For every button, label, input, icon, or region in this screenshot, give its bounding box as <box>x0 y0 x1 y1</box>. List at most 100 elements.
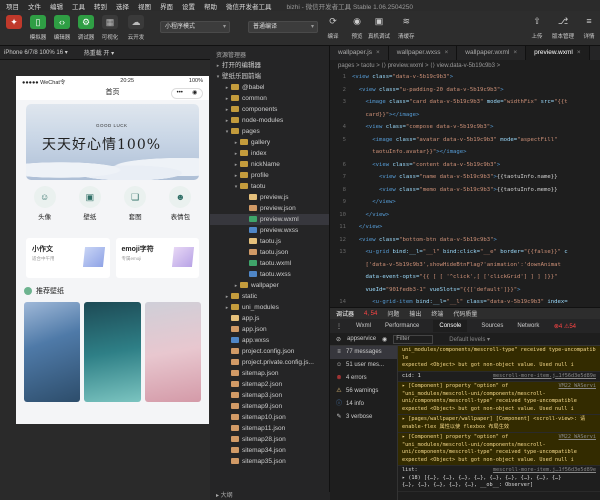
debug-tab[interactable]: 4, 54 <box>364 311 377 317</box>
devtools-tab[interactable]: Network <box>517 323 539 329</box>
emoji-char-card[interactable]: emoji字符 专属emoji <box>115 238 199 278</box>
console-filter-item[interactable]: ✎ 3 verbose <box>330 411 397 424</box>
console-filter-item[interactable]: ☺ 51 user mes... <box>330 359 397 372</box>
console-filter-item[interactable]: ⚠ 56 warnings <box>330 385 397 398</box>
close-icon[interactable]: × <box>577 49 581 56</box>
capsule-button[interactable]: ••• ◉ <box>171 88 203 99</box>
file-tree-item[interactable]: sitemap11.json <box>210 423 329 434</box>
menu-item[interactable]: 选择 <box>116 1 129 11</box>
file-tree-item[interactable]: project.config.json <box>210 346 329 357</box>
close-icon[interactable]: × <box>444 49 448 56</box>
file-tree-item[interactable]: ▾ taotu <box>210 181 329 192</box>
file-tree-item[interactable]: app.json <box>210 324 329 335</box>
section-project[interactable]: ▾ 壁纸乐园前端 <box>210 71 329 82</box>
banner-image[interactable]: GOOD LUCK 天天好心情100% <box>26 104 199 180</box>
menu-item[interactable]: 编辑 <box>50 1 63 11</box>
wallpaper-thumb[interactable] <box>144 302 201 402</box>
compile-button[interactable]: ⟳ 编译 <box>326 15 340 40</box>
wallpaper-thumb[interactable] <box>24 302 81 402</box>
file-tree-item[interactable]: taotu.wxml <box>210 258 329 269</box>
file-tree-item[interactable]: sitemap2.json <box>210 379 329 390</box>
simulator-button[interactable]: ▯ 模拟器 <box>28 15 48 41</box>
close-icon[interactable]: × <box>513 49 517 56</box>
category-wallpaper[interactable]: ▣ 壁纸 <box>72 186 108 221</box>
more-icon[interactable]: ••• <box>177 89 183 98</box>
levels-select[interactable]: Default levels ▾ <box>449 336 490 343</box>
real-device-debug-button[interactable]: ▣ 真机调试 <box>368 15 390 40</box>
devtools-menu-icon[interactable]: ⋮ <box>336 323 342 330</box>
file-tree-item[interactable]: ▸ nickName <box>210 159 329 170</box>
file-tree-item[interactable]: sitemap35.json <box>210 456 329 467</box>
menu-item[interactable]: 微信开发者工具 <box>226 1 272 11</box>
close-icon[interactable]: × <box>376 49 380 56</box>
error-warning-badge[interactable]: ⊗4 ⚠54 <box>554 323 576 330</box>
category-album[interactable]: ❏ 套图 <box>117 186 153 221</box>
source-link[interactable]: VM22 WAServi <box>559 434 596 442</box>
compile-select[interactable]: 普通编译 <box>248 21 318 33</box>
console-filter-item[interactable]: ⊗ 4 errors <box>330 372 397 385</box>
menu-item[interactable]: 界面 <box>160 1 173 11</box>
code-editor[interactable]: 1 <view class="data-v-5b19c9b3"> 2 <view c… <box>330 71 600 307</box>
console-filter-item[interactable]: ≡ 77 messages <box>330 346 397 359</box>
file-tree-item[interactable]: preview.wxml <box>210 214 329 225</box>
wallpaper-thumb[interactable] <box>84 302 141 402</box>
editor-tab[interactable]: wallpaper.wxss × <box>389 46 458 60</box>
file-tree-item[interactable]: ▸ index <box>210 148 329 159</box>
editor-tab[interactable]: wallpaper.js × <box>330 46 389 60</box>
file-tree-item[interactable]: sitemap3.json <box>210 390 329 401</box>
file-tree-item[interactable]: ▾ pages <box>210 126 329 137</box>
file-tree-item[interactable]: app.wxss <box>210 335 329 346</box>
menu-item[interactable]: 文件 <box>28 1 41 11</box>
file-tree-item[interactable]: preview.js <box>210 192 329 203</box>
file-tree-item[interactable]: taotu.wxss <box>210 269 329 280</box>
file-tree-item[interactable]: sitemap.json <box>210 368 329 379</box>
file-tree-item[interactable]: taotu.js <box>210 236 329 247</box>
visual-button[interactable]: ▦ 可视化 <box>100 15 120 41</box>
file-tree-item[interactable]: ▸ gallery <box>210 137 329 148</box>
section-open-editors[interactable]: ▸ 打开的编辑器 <box>210 60 329 71</box>
file-tree-item[interactable]: sitemap34.json <box>210 445 329 456</box>
file-tree-item[interactable]: project.private.config.js... <box>210 357 329 368</box>
file-tree-item[interactable]: taotu.json <box>210 247 329 258</box>
hot-reload-select[interactable]: 热重载 开 ▾ <box>84 48 114 57</box>
debug-tab[interactable]: 输出 <box>409 309 421 318</box>
devtools-tab[interactable]: Wxml <box>356 323 371 329</box>
file-tree-item[interactable]: preview.wxss <box>210 225 329 236</box>
file-tree-item[interactable]: ▸ wallpaper <box>210 280 329 291</box>
file-tree-item[interactable]: ▸ components <box>210 104 329 115</box>
devtools-tab[interactable]: Console <box>433 320 468 332</box>
source-link[interactable]: mescroll-more-item.j…1f56d3e5d89e <box>493 467 596 475</box>
file-tree-item[interactable]: ▸ static <box>210 291 329 302</box>
debug-tab[interactable]: 终端 <box>431 309 443 318</box>
menu-item[interactable]: 设置 <box>182 1 195 11</box>
debug-tab[interactable]: 问题 <box>387 309 399 318</box>
menu-item[interactable]: 帮助 <box>204 1 217 11</box>
file-tree-item[interactable]: ▸ @babel <box>210 82 329 93</box>
menu-item[interactable]: 项目 <box>6 1 19 11</box>
file-tree-item[interactable]: app.js <box>210 313 329 324</box>
source-link[interactable]: mescroll-more-item.j…1f56d3e5d89e <box>493 373 596 381</box>
outline-section[interactable]: ▸ 大纲 <box>210 492 330 500</box>
devtools-tab[interactable]: Sources <box>481 323 503 329</box>
file-tree-item[interactable]: sitemap9.json <box>210 401 329 412</box>
debug-tab[interactable]: 调试器 <box>336 309 354 318</box>
file-tree-item[interactable]: sitemap10.json <box>210 412 329 423</box>
eye-icon[interactable]: ◉ <box>382 336 387 343</box>
menu-item[interactable]: 视图 <box>138 1 151 11</box>
console-filter-item[interactable]: ⓘ 14 info <box>330 398 397 411</box>
editor-tab[interactable]: preview.wxml × <box>526 46 590 60</box>
close-circle-icon[interactable]: ◉ <box>192 89 197 98</box>
file-tree-item[interactable]: ▸ node-modules <box>210 115 329 126</box>
upload-button[interactable]: ⇧ 上传 <box>530 15 544 40</box>
device-select[interactable]: iPhone 6/7/8 100% 16 ▾ <box>4 49 68 56</box>
version-button[interactable]: ⎇ 版本管理 <box>552 15 574 40</box>
menu-item[interactable]: 工具 <box>72 1 85 11</box>
file-tree-item[interactable]: ▸ common <box>210 93 329 104</box>
clear-cache-button[interactable]: ≋ 清缓存 <box>398 15 415 40</box>
preview-button[interactable]: ◉ 预览 <box>350 15 364 40</box>
category-avatar[interactable]: ☺ 头像 <box>27 186 63 221</box>
file-tree-item[interactable]: sitemap28.json <box>210 434 329 445</box>
essay-card[interactable]: 小作文 适合中午用 <box>26 238 110 278</box>
editor-button[interactable]: ‹› 编辑器 <box>52 15 72 41</box>
source-link[interactable]: VM22 WAServi <box>559 383 596 391</box>
